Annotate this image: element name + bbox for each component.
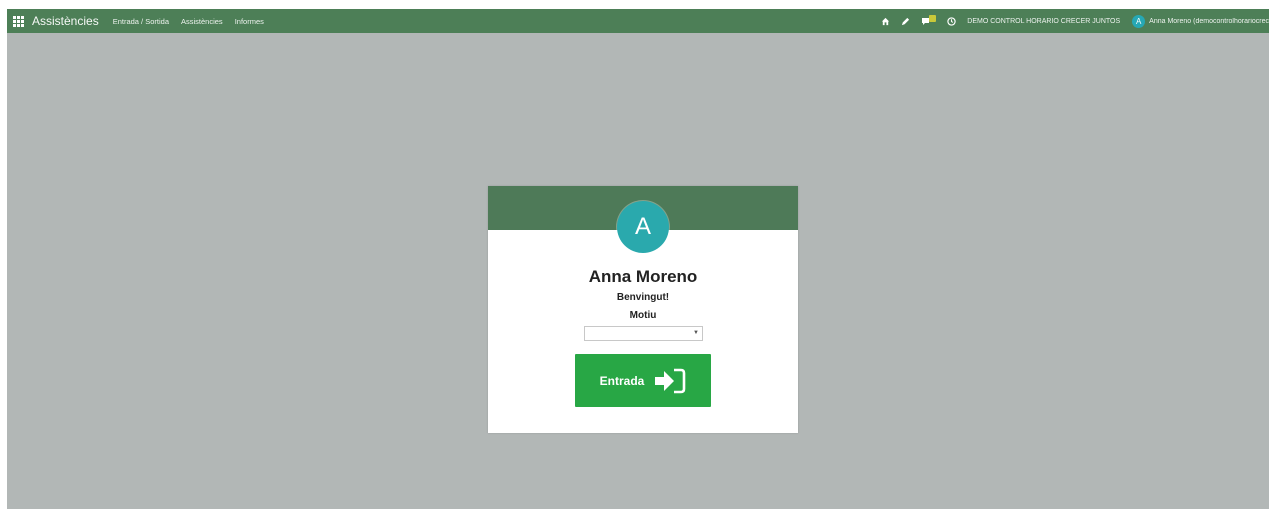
app-title[interactable]: Assistències xyxy=(32,14,99,28)
menu-item-attendances[interactable]: Assistències xyxy=(181,17,223,26)
app-frame: Assistències Entrada / Sortida Assistènc… xyxy=(7,9,1269,509)
home-icon[interactable] xyxy=(881,17,890,26)
chat-icon[interactable] xyxy=(921,14,937,26)
clock-icon[interactable] xyxy=(947,16,956,26)
chat-badge xyxy=(929,14,937,22)
menu-item-reports[interactable]: Informes xyxy=(235,17,264,26)
user-menu[interactable]: Anna Moreno (democontrolhorariocrec xyxy=(1149,18,1269,25)
reason-select[interactable]: ▼ xyxy=(584,326,703,341)
user-avatar[interactable]: A xyxy=(1132,14,1146,28)
pencil-icon[interactable] xyxy=(901,17,910,26)
top-navbar: Assistències Entrada / Sortida Assistènc… xyxy=(7,9,1269,33)
menu-item-check-in-out[interactable]: Entrada / Sortida xyxy=(113,17,169,26)
navbar-systray: DEMO CONTROL HORARIO CRECER JUNTOS A Ann… xyxy=(881,9,1269,33)
company-switcher[interactable]: DEMO CONTROL HORARIO CRECER JUNTOS xyxy=(967,18,1120,25)
apps-grid-icon[interactable] xyxy=(13,15,24,27)
sign-in-icon xyxy=(655,368,686,393)
welcome-message: Benvingut! xyxy=(616,292,670,303)
check-in-button-label: Entrada xyxy=(599,373,645,388)
reason-label: Motiu xyxy=(629,310,657,321)
check-in-button[interactable]: Entrada xyxy=(575,354,711,407)
employee-name: Anna Moreno xyxy=(588,267,698,286)
chevron-down-icon: ▼ xyxy=(693,330,699,336)
attendance-card: A Anna Moreno Benvingut! Motiu ▼ Entrada xyxy=(488,186,798,433)
employee-avatar: A xyxy=(617,201,669,253)
